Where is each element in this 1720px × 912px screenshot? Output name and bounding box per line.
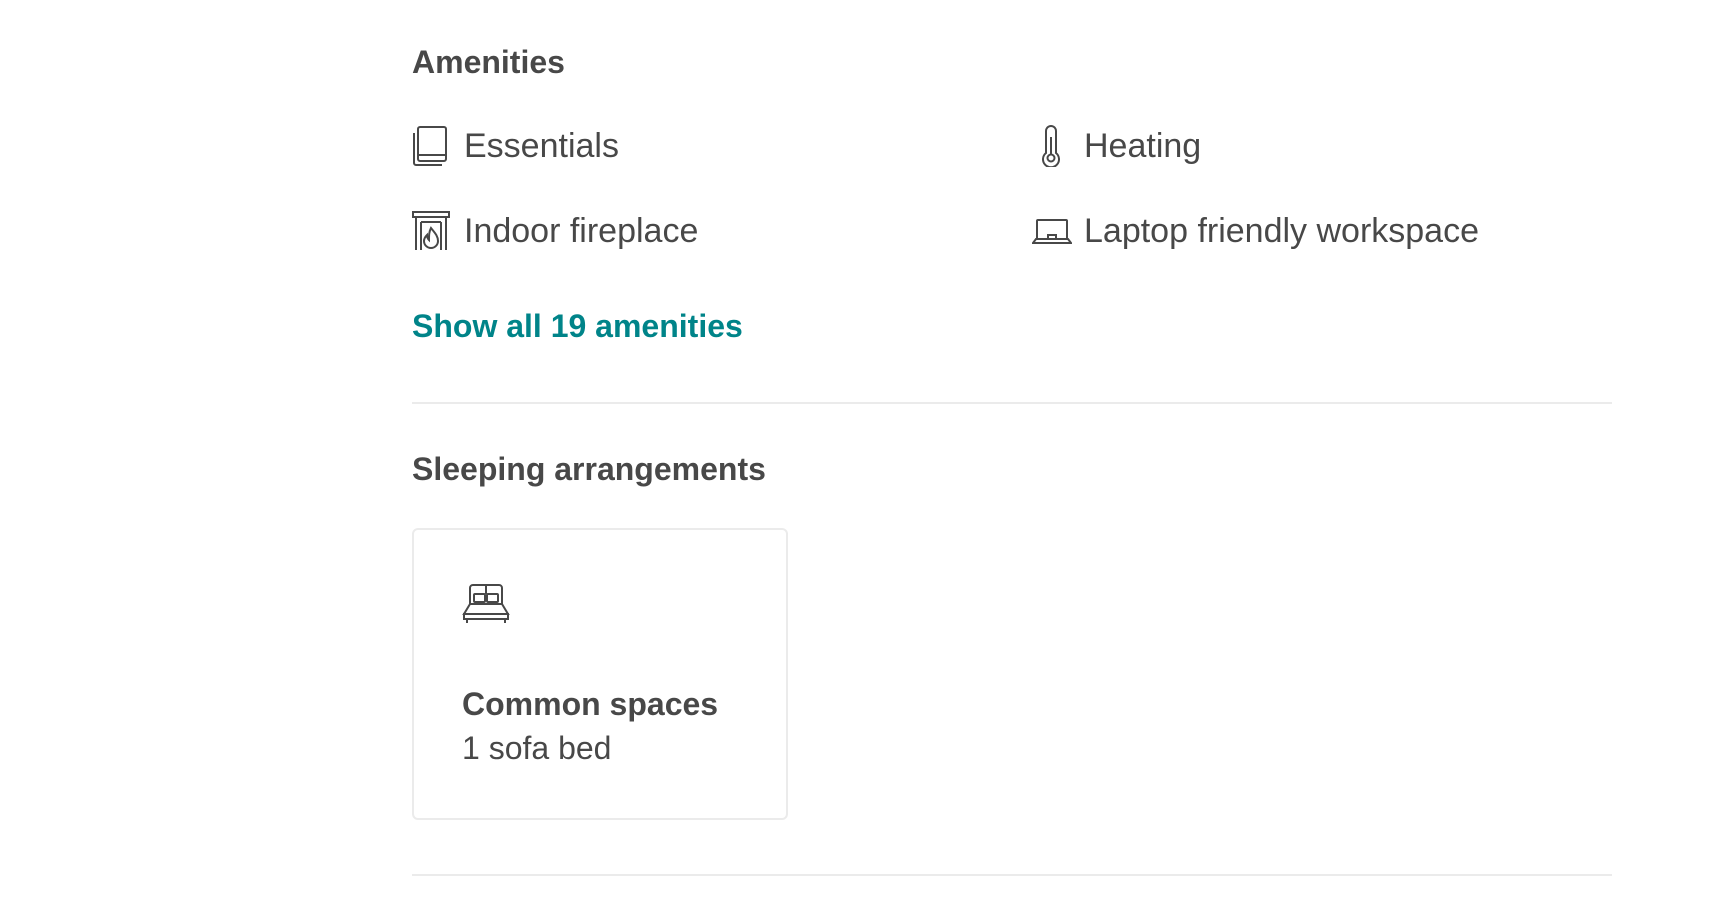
section-divider — [412, 402, 1612, 404]
fireplace-icon — [412, 209, 452, 253]
amenity-label: Heating — [1084, 126, 1202, 165]
towel-icon — [412, 124, 452, 168]
amenity-label: Essentials — [464, 126, 619, 165]
section-divider — [412, 874, 1612, 876]
laptop-icon — [1032, 209, 1072, 253]
amenity-label: Laptop friendly workspace — [1084, 211, 1480, 250]
amenity-indoor-fireplace: Indoor fireplace — [412, 207, 698, 255]
thermometer-icon — [1032, 124, 1072, 168]
sleeping-card-common-spaces: Common spaces 1 sofa bed — [412, 528, 788, 820]
sleeping-card-detail: 1 sofa bed — [462, 730, 612, 766]
sleeping-card-title: Common spaces — [462, 686, 719, 722]
bed-icon — [462, 582, 510, 631]
show-all-amenities-link[interactable]: Show all 19 amenities — [412, 308, 743, 345]
amenity-label: Indoor fireplace — [464, 211, 699, 250]
amenity-heating: Heating — [1032, 122, 1201, 170]
sleeping-arrangements-title: Sleeping arrangements — [412, 451, 766, 487]
amenities-title: Amenities — [412, 44, 565, 80]
amenity-essentials: Essentials — [412, 122, 619, 170]
amenity-laptop-workspace: Laptop friendly workspace — [1032, 207, 1479, 255]
